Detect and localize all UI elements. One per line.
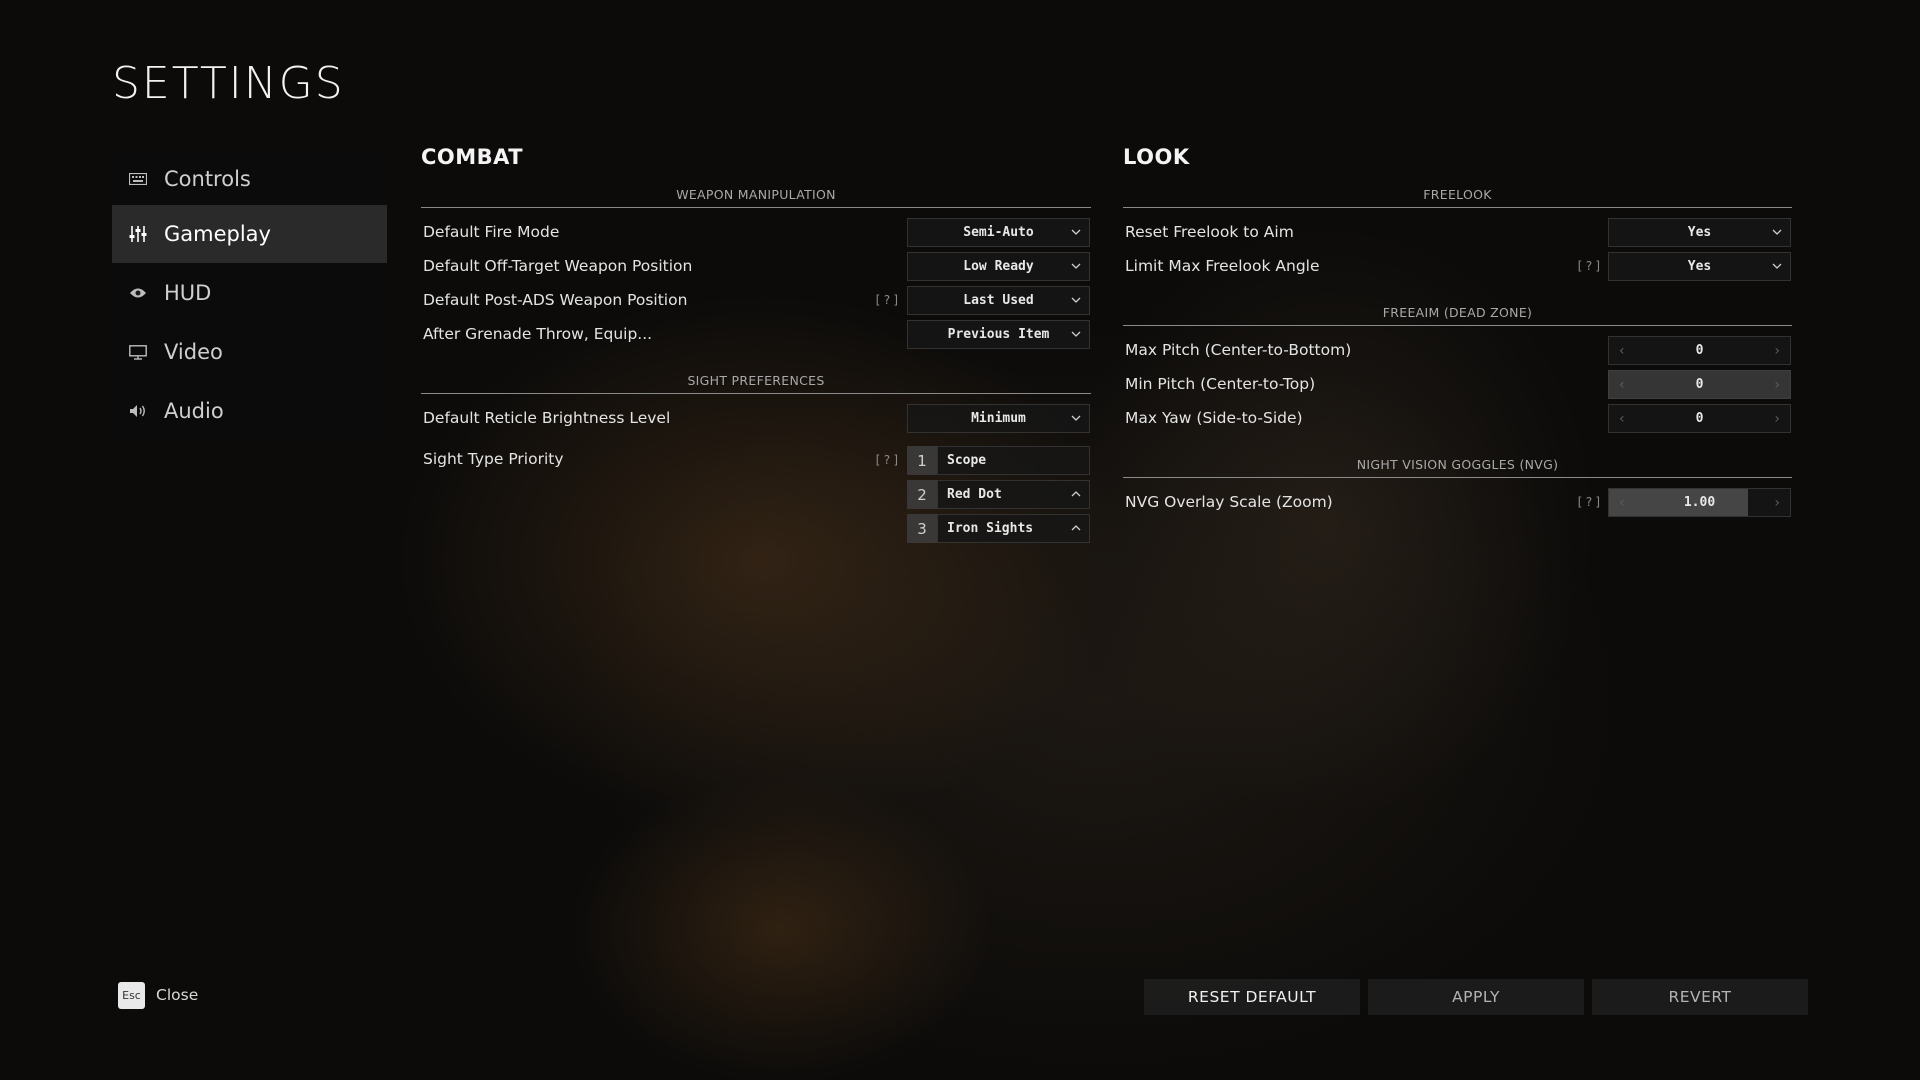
reset-freelook-dropdown[interactable]: Yes (1608, 218, 1791, 247)
combat-title: COMBAT (421, 145, 524, 169)
chevron-down-icon (1071, 263, 1081, 269)
reset-default-button[interactable]: RESET DEFAULT (1144, 979, 1360, 1015)
chevron-down-icon (1071, 297, 1081, 303)
setting-label: Limit Max Freelook Angle (1125, 257, 1320, 275)
chevron-up-icon[interactable] (1071, 523, 1081, 533)
nvg-heading: NIGHT VISION GOGGLES (NVG) (1356, 457, 1559, 472)
max-pitch-stepper[interactable]: ‹ 0 › (1608, 336, 1791, 365)
freelook-heading: FREELOOK (1423, 187, 1492, 202)
priority-number: 2 (907, 480, 937, 509)
priority-number: 1 (907, 446, 937, 475)
dropdown-value: Yes (1687, 259, 1712, 274)
priority-value: Red Dot (947, 487, 1002, 502)
chevron-right-icon[interactable]: › (1774, 377, 1780, 393)
setting-label: NVG Overlay Scale (Zoom) (1125, 493, 1333, 511)
sidebar-item-label: Controls (164, 167, 251, 191)
stepper-value: 0 (1695, 411, 1704, 426)
sidebar-item-label: Gameplay (164, 222, 271, 246)
sidebar-item-audio[interactable]: Audio (112, 382, 387, 440)
chevron-left-icon[interactable]: ‹ (1619, 377, 1625, 393)
stepper-value: 0 (1695, 377, 1704, 392)
chevron-right-icon[interactable]: › (1774, 343, 1780, 359)
chevron-right-icon[interactable]: › (1774, 495, 1780, 511)
divider (1123, 325, 1792, 326)
stepper-value: 0 (1695, 343, 1704, 358)
sidebar-item-label: Audio (164, 399, 224, 423)
sight-priority-item[interactable]: 3 Iron Sights (907, 514, 1090, 543)
chevron-down-icon (1071, 331, 1081, 337)
dropdown-value: Yes (1687, 225, 1712, 240)
setting-label: Default Reticle Brightness Level (423, 409, 671, 427)
slider-fill (1609, 489, 1749, 516)
setting-label: Sight Type Priority (423, 450, 564, 468)
limit-freelook-dropdown[interactable]: Yes (1608, 252, 1791, 281)
chevron-left-icon[interactable]: ‹ (1619, 411, 1625, 427)
priority-value: Iron Sights (947, 521, 1034, 536)
divider (1123, 207, 1792, 208)
priority-value: Scope (947, 453, 987, 468)
sliders-icon (128, 226, 148, 242)
setting-label: Reset Freelook to Aim (1125, 223, 1294, 241)
setting-label: Default Post-ADS Weapon Position (423, 291, 688, 309)
after-grenade-dropdown[interactable]: Previous Item (907, 320, 1090, 349)
sidebar-item-label: HUD (164, 281, 212, 305)
speaker-icon (128, 404, 148, 418)
help-icon[interactable]: [?] (874, 453, 902, 467)
sight-preferences-heading: SIGHT PREFERENCES (687, 373, 825, 388)
esc-key-icon[interactable]: Esc (118, 982, 145, 1009)
sidebar-item-label: Video (164, 340, 223, 364)
off-target-position-dropdown[interactable]: Low Ready (907, 252, 1090, 281)
chevron-right-icon[interactable]: › (1774, 411, 1780, 427)
chevron-up-icon[interactable] (1071, 489, 1081, 499)
help-icon[interactable]: [?] (1576, 495, 1604, 509)
dropdown-value: Low Ready (963, 259, 1034, 274)
fire-mode-dropdown[interactable]: Semi-Auto (907, 218, 1090, 247)
setting-label: Default Fire Mode (423, 223, 560, 241)
sight-priority-item[interactable]: 2 Red Dot (907, 480, 1090, 509)
sidebar-item-hud[interactable]: HUD (112, 264, 387, 322)
eye-icon (128, 287, 148, 299)
divider (421, 393, 1091, 394)
dropdown-value: Minimum (971, 411, 1026, 426)
weapon-manipulation-heading: WEAPON MANIPULATION (676, 187, 836, 202)
dropdown-value: Last Used (963, 293, 1034, 308)
sidebar-item-video[interactable]: Video (112, 323, 387, 381)
apply-button[interactable]: APPLY (1368, 979, 1584, 1015)
setting-label: Min Pitch (Center-to-Top) (1125, 375, 1316, 393)
max-yaw-stepper[interactable]: ‹ 0 › (1608, 404, 1791, 433)
dropdown-value: Semi-Auto (963, 225, 1034, 240)
help-icon[interactable]: [?] (1576, 259, 1604, 273)
page-title: SETTINGS (112, 58, 345, 109)
chevron-down-icon (1772, 263, 1782, 269)
chevron-down-icon (1071, 229, 1081, 235)
reticle-brightness-dropdown[interactable]: Minimum (907, 404, 1090, 433)
priority-number: 3 (907, 514, 937, 543)
setting-label: After Grenade Throw, Equip... (423, 325, 653, 343)
settings-sidebar: Controls Gameplay HUD Video Audio (112, 150, 387, 440)
slider-value: 1.00 (1683, 495, 1716, 510)
min-pitch-stepper[interactable]: ‹ 0 › (1608, 370, 1791, 399)
nvg-scale-slider[interactable]: ‹ 1.00 › (1608, 488, 1791, 517)
setting-label: Max Pitch (Center-to-Bottom) (1125, 341, 1352, 359)
sidebar-item-gameplay[interactable]: Gameplay (112, 205, 387, 263)
sight-priority-item[interactable]: 1 Scope (907, 446, 1090, 475)
look-title: LOOK (1123, 145, 1190, 169)
close-label[interactable]: Close (156, 986, 198, 1004)
divider (421, 207, 1091, 208)
post-ads-position-dropdown[interactable]: Last Used (907, 286, 1090, 315)
chevron-left-icon[interactable]: ‹ (1619, 343, 1625, 359)
keyboard-icon (128, 173, 148, 185)
sidebar-item-controls[interactable]: Controls (112, 150, 387, 208)
monitor-icon (128, 344, 148, 360)
setting-label: Max Yaw (Side-to-Side) (1125, 409, 1303, 427)
setting-label: Default Off-Target Weapon Position (423, 257, 693, 275)
chevron-left-icon[interactable]: ‹ (1619, 495, 1625, 511)
dropdown-value: Previous Item (947, 327, 1050, 342)
revert-button[interactable]: REVERT (1592, 979, 1808, 1015)
help-icon[interactable]: [?] (874, 293, 902, 307)
chevron-down-icon (1071, 415, 1081, 421)
chevron-down-icon (1772, 229, 1782, 235)
divider (1123, 477, 1792, 478)
freeaim-heading: FREEAIM (DEAD ZONE) (1382, 305, 1533, 320)
